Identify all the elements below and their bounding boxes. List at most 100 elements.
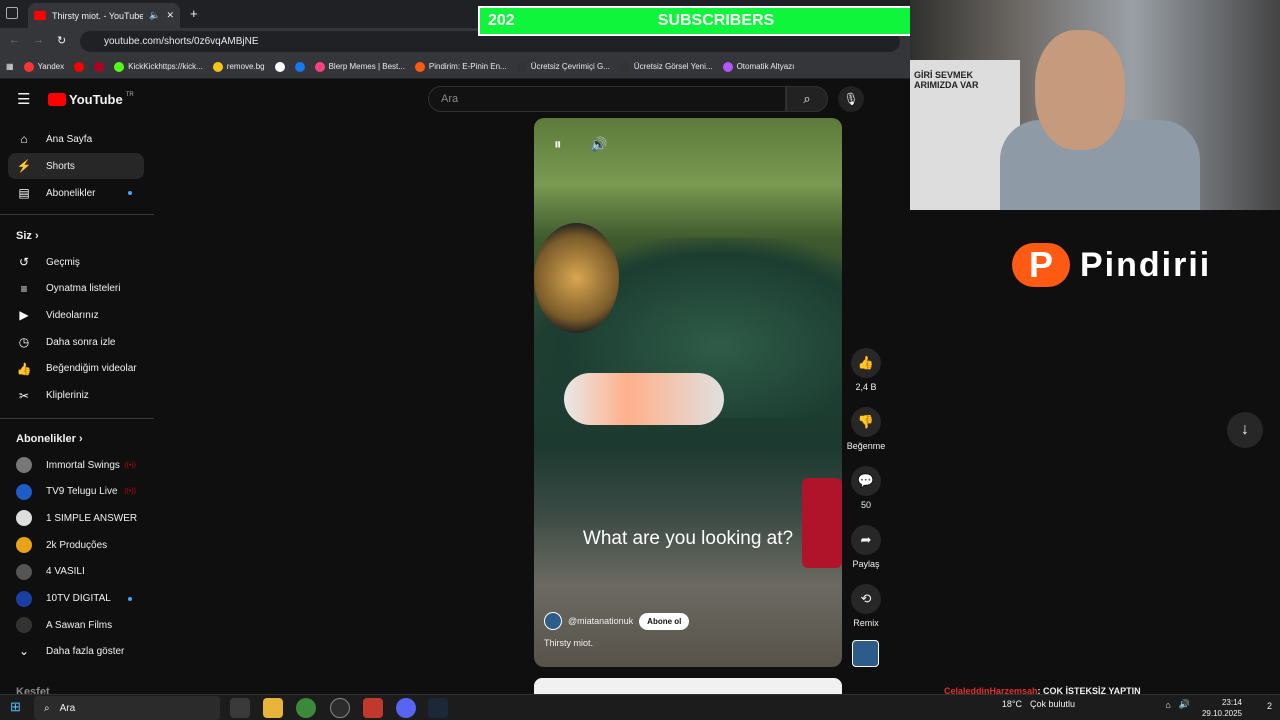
sidebar-item-you[interactable]: 👍 Beğendiğim videolar	[8, 356, 144, 382]
sidebar-subscription-item[interactable]: 10TV DIGITAL	[8, 586, 144, 612]
tab-search-icon[interactable]	[6, 7, 18, 19]
show-more-label: Daha fazla göster	[46, 645, 125, 657]
bookmark-item[interactable]: Ücretsiz Çevrimiçi G...	[516, 61, 610, 72]
steam-icon[interactable]	[428, 698, 448, 718]
webcam-overlay: GİRİ SEVMEK ARIMIZDA VAR	[910, 0, 1280, 210]
sidebar-subscription-item[interactable]: A Sawan Films	[8, 612, 144, 638]
show-more-button[interactable]: ⌄ Daha fazla göster	[8, 638, 144, 664]
remix-button[interactable]: ⟲ Remix	[846, 584, 886, 628]
search-placeholder: Ara	[441, 93, 459, 105]
sidebar-subscription-item[interactable]: Immortal Swings ((•))	[8, 452, 144, 478]
sidebar-item-you[interactable]: ↺ Geçmiş	[8, 249, 144, 275]
short-video-player[interactable]: ⏸ 🔊 What are you looking at? @miatanatio…	[534, 118, 842, 667]
video-title[interactable]: Thirsty miot.	[544, 638, 593, 648]
new-content-dot	[128, 191, 132, 195]
bookmark-item[interactable]: KickKickhttps://kick...	[114, 61, 203, 72]
search-button[interactable]: ⌕	[786, 86, 828, 112]
bookmark-label: remove.bg	[226, 62, 265, 71]
apps-grid-icon[interactable]: ▦	[6, 62, 14, 71]
sidebar-item-abonelikler[interactable]: ▤ Abonelikler	[8, 180, 144, 206]
search-input[interactable]: Ara	[428, 86, 786, 112]
volume-icon[interactable]: 🔊	[590, 136, 607, 153]
sidebar-item-you[interactable]: ≡ Oynatma listeleri	[8, 276, 144, 302]
bookmark-item[interactable]	[94, 61, 105, 72]
clock[interactable]: 23:14 29.10.2025	[1202, 697, 1242, 719]
share-button[interactable]: ➦ Paylaş	[846, 525, 886, 569]
pindirii-logo-icon: P	[1012, 243, 1070, 287]
forward-icon[interactable]: →	[33, 34, 44, 46]
file-explorer-icon[interactable]	[263, 698, 283, 718]
bookmark-item[interactable]	[274, 61, 285, 72]
subscription-label: TV9 Telugu Live	[46, 486, 118, 498]
audio-thumbnail[interactable]	[852, 640, 879, 667]
comment-icon: 💬	[851, 466, 881, 496]
system-tray[interactable]: ⌂ 🔊	[1165, 699, 1190, 710]
pindirii-logo: P Pindirii	[1012, 243, 1211, 287]
channel-avatar	[16, 563, 32, 580]
pause-icon[interactable]: ⏸	[554, 136, 562, 153]
sidebar-item-label: Daha sonra izle	[46, 336, 116, 348]
voice-search-button[interactable]: 🎙	[838, 86, 864, 112]
obs-icon[interactable]	[330, 698, 350, 718]
browser-tab-active[interactable]: Thirsty miot. - YouTube 🔈 ✕	[28, 3, 180, 28]
subscription-label: 1 SIMPLE ANSWER	[46, 512, 138, 524]
bookmark-item[interactable]: Yandex	[23, 61, 64, 72]
subscriptions-icon: ▤	[18, 186, 30, 200]
clips-icon: ✂	[18, 388, 30, 403]
sidebar-item-ana-sayfa[interactable]: ⌂ Ana Sayfa	[8, 126, 144, 152]
like-button[interactable]: 👍 2,4 B	[846, 348, 886, 392]
new-tab-icon[interactable]: +	[190, 6, 198, 21]
volume-icon: 🔊	[1178, 699, 1190, 709]
youtube-logo[interactable]: YouTube TR	[48, 92, 134, 107]
channel-avatar	[16, 617, 32, 634]
bookmark-item[interactable]: Ücretsiz Görsel Yeni...	[619, 61, 713, 72]
channel-avatar	[16, 537, 32, 554]
channel-avatar[interactable]	[544, 612, 562, 630]
dislike-button[interactable]: 👎 Beğenme	[846, 407, 886, 451]
sidebar-subscription-item[interactable]: 1 SIMPLE ANSWER	[8, 505, 144, 531]
task-view-icon[interactable]	[230, 698, 250, 718]
sidebar-item-you[interactable]: ◷ Daha sonra izle	[8, 329, 144, 355]
bookmark-item[interactable]: Otomatik Altyazı	[722, 61, 794, 72]
next-video-button[interactable]: ↓	[1227, 412, 1263, 448]
discord-icon[interactable]	[396, 698, 416, 718]
sidebar-subscription-item[interactable]: TV9 Telugu Live ((•))	[8, 479, 144, 505]
taskbar-search[interactable]: ⌕ Ara	[34, 696, 220, 720]
subscribe-button[interactable]: Abone ol	[639, 612, 690, 630]
bookmark-item[interactable]	[294, 61, 305, 72]
channel-handle[interactable]: @miatanationuk	[568, 616, 633, 626]
bookmark-item[interactable]: Pindirim: E-Pinin En...	[414, 61, 507, 72]
comments-button[interactable]: 💬 50	[846, 466, 886, 510]
clock-time: 23:14	[1221, 698, 1242, 707]
bookmark-item[interactable]: remove.bg	[212, 61, 265, 72]
sidebar-item-label: Oynatma listeleri	[46, 283, 121, 295]
search-icon: ⌕	[44, 702, 50, 714]
chrome-icon[interactable]	[296, 698, 316, 718]
bookmark-favicon-icon	[722, 61, 733, 72]
bookmark-item[interactable]	[74, 61, 85, 72]
you-heading[interactable]: Siz ›	[16, 230, 39, 242]
sidebar-subscription-item[interactable]: 4 VASILI	[8, 559, 144, 585]
bookmark-item[interactable]: Blerp Memes | Best...	[314, 61, 405, 72]
app-icon[interactable]	[363, 698, 383, 718]
tab-close-icon[interactable]: ✕	[166, 10, 174, 21]
bookmark-favicon-icon	[94, 61, 105, 72]
menu-icon[interactable]: ☰	[17, 90, 30, 108]
weather-widget[interactable]: 18°C Çok bulutlu	[1002, 699, 1075, 709]
notification-badge[interactable]: 2	[1267, 701, 1272, 711]
sidebar-subscription-item[interactable]: 2k Produções	[8, 532, 144, 558]
tab-audio-icon[interactable]: 🔈	[149, 10, 160, 21]
reload-icon[interactable]: ↻	[57, 34, 66, 47]
sidebar-item-label: Klipleriniz	[46, 390, 89, 401]
subscriptions-heading[interactable]: Abonelikler ›	[16, 433, 83, 445]
bookmarks-bar: ▦ Yandex KickKickhttps://kick... remove.bg…	[0, 55, 910, 79]
remix-label: Remix	[853, 618, 879, 628]
sidebar-item-you[interactable]: ✂ Klipleriniz	[8, 383, 144, 409]
subs-current: 202	[488, 12, 515, 29]
sidebar-item-shorts[interactable]: ⚡ Shorts	[8, 153, 144, 179]
windows-start-icon[interactable]: ⊞	[10, 699, 21, 715]
liked-icon: 👍	[16, 361, 32, 376]
back-icon[interactable]: ←	[9, 34, 20, 46]
sidebar-item-label: Beğendiğim videolar	[46, 363, 137, 375]
sidebar-item-you[interactable]: ▶ Videolarınız	[8, 302, 144, 328]
